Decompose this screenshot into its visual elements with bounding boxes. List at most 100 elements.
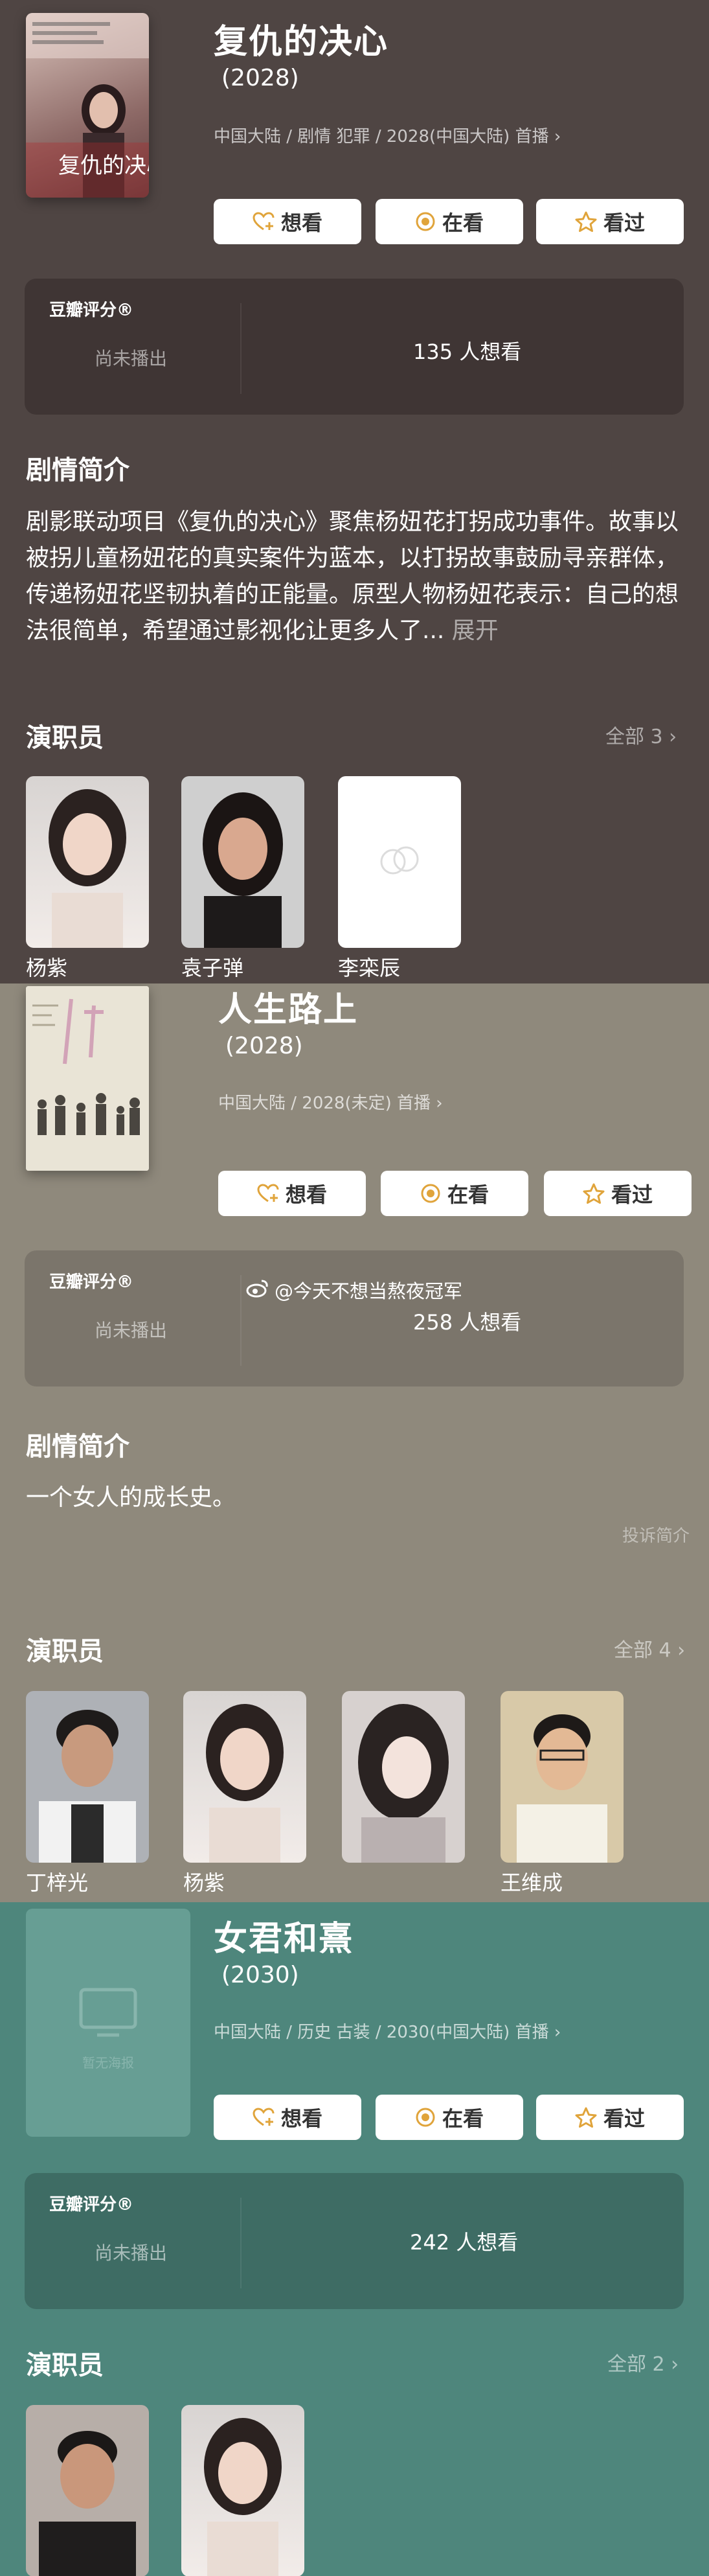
portrait-art: [203, 792, 283, 948]
want-to-watch-button[interactable]: 想看: [218, 1171, 366, 1216]
rating-status: 尚未播出: [95, 1320, 168, 1341]
show-meta[interactable]: 中国大陆 / 剧情 犯罪 / 2028(中国大陆) 首播 ›: [214, 123, 561, 147]
watermark-text: @今天不想当熬夜冠军: [275, 1280, 463, 1302]
poster-placeholder[interactable]: 暂无海报: [26, 1909, 190, 2137]
show-meta[interactable]: 中国大陆 / 2028(未定) 首播 ›: [218, 1090, 443, 1114]
weibo-icon: [246, 1278, 269, 1302]
rating-status: 尚未播出: [95, 348, 168, 369]
rating-panel[interactable]: 豆瓣评分® 尚未播出 242 人想看: [25, 2173, 684, 2309]
portrait-art: [206, 1704, 284, 1863]
show-card-1: 复仇的决心 复仇的决心 (2028) 中国大陆 / 剧情 犯罪 / 2028(中…: [0, 0, 709, 983]
synopsis-heading: 剧情简介: [26, 1432, 129, 1462]
chevron-right-icon: ›: [554, 2023, 561, 2042]
portrait-art: [517, 1714, 607, 1863]
show-year: (2028): [221, 65, 299, 91]
cast-photo: [181, 2405, 304, 2576]
cast-member[interactable]: [342, 1691, 465, 1867]
heart-plus-icon: [253, 2108, 275, 2127]
synopsis-heading: 剧情简介: [26, 455, 129, 485]
want-label: 想看: [280, 2106, 322, 2131]
watched-button[interactable]: 看过: [544, 1171, 692, 1216]
cast-name: 丁梓光: [26, 1870, 89, 1895]
all-cast-link[interactable]: 全部 4 ›: [614, 1634, 685, 1662]
star-icon: [575, 211, 597, 232]
show-year: (2028): [225, 1033, 303, 1059]
watched-label: 看过: [603, 2106, 645, 2131]
weibo-watermark: @今天不想当熬夜冠军: [246, 1276, 462, 1304]
meta-text: 中国大陆 / 历史 古装 / 2030(中国大陆) 首播: [214, 2023, 549, 2042]
all-cast-link[interactable]: 全部 3 ›: [605, 720, 677, 749]
portrait-art: [39, 2431, 136, 2576]
want-to-watch-button[interactable]: 想看: [214, 2095, 361, 2140]
watching-icon: [415, 211, 436, 232]
divider: [240, 2198, 242, 2288]
watching-button[interactable]: 在看: [376, 199, 523, 244]
theater-masks-icon: [380, 846, 419, 875]
cast-member[interactable]: 李栾辰: [338, 776, 461, 982]
portrait-art: [358, 1704, 449, 1863]
divider: [240, 1275, 242, 1366]
poster-title: 复仇的决心: [58, 153, 149, 179]
cast-heading: 演职员: [26, 1637, 104, 1666]
star-icon: [583, 1183, 605, 1204]
cast-member[interactable]: 杨紫: [26, 776, 149, 982]
watching-button[interactable]: 在看: [381, 1171, 528, 1216]
synopsis-text: 剧影联动项目《复仇的决心》聚焦杨妞花打拐成功事件。故事以被拐儿童杨妞花的真实案件…: [26, 509, 679, 644]
cast-name: 王维成: [501, 1870, 563, 1895]
rating-panel[interactable]: 豆瓣评分® 尚未播出 258 人想看: [25, 1250, 684, 1386]
tv-icon: [79, 1988, 137, 2037]
all-cast-link[interactable]: 全部 2 ›: [607, 2348, 679, 2376]
cast-member[interactable]: [26, 2405, 149, 2576]
cast-photo: [26, 2405, 149, 2576]
portrait-art: [39, 1710, 136, 1863]
no-poster-label: 暂无海报: [82, 2055, 134, 2071]
cast-photo: [183, 1691, 306, 1863]
all-cast-label: 全部 2: [607, 2353, 665, 2376]
chevron-right-icon: ›: [669, 726, 677, 748]
heart-plus-icon: [253, 212, 275, 231]
cast-photo: [342, 1691, 465, 1863]
watched-button[interactable]: 看过: [536, 2095, 684, 2140]
cast-name: 杨紫: [26, 956, 68, 980]
cast-photo: [26, 776, 149, 948]
report-synopsis-link[interactable]: 投诉简介: [622, 1523, 690, 1547]
cast-heading: 演职员: [26, 2351, 104, 2380]
cast-member[interactable]: 袁子弹: [181, 776, 304, 982]
cast-member[interactable]: 王维成: [501, 1691, 624, 1896]
want-label: 想看: [285, 1182, 327, 1207]
show-title: 女君和熹: [214, 1920, 354, 1959]
cast-heading: 演职员: [26, 723, 104, 753]
watching-icon: [415, 2107, 436, 2128]
chevron-right-icon: ›: [677, 1639, 686, 1662]
watching-label: 在看: [442, 211, 484, 235]
chevron-right-icon: ›: [554, 127, 561, 146]
rating-status: 尚未播出: [95, 2242, 168, 2264]
cast-member[interactable]: [181, 2405, 304, 2576]
want-count: 242 人想看: [410, 2230, 519, 2255]
want-count: 135 人想看: [413, 339, 522, 364]
watching-label: 在看: [447, 1182, 489, 1207]
rating-panel[interactable]: 豆瓣评分® 尚未播出 135 人想看: [25, 279, 684, 415]
show-meta[interactable]: 中国大陆 / 历史 古装 / 2030(中国大陆) 首播 ›: [214, 2019, 561, 2043]
expand-link[interactable]: 展开: [452, 617, 499, 644]
chevron-right-icon: ›: [671, 2353, 679, 2376]
cast-name: 杨紫: [183, 1870, 225, 1895]
cast-name: 袁子弹: [181, 956, 244, 980]
want-to-watch-button[interactable]: 想看: [214, 199, 361, 244]
poster[interactable]: 复仇的决心: [26, 13, 149, 198]
meta-text: 中国大陆 / 剧情 犯罪 / 2028(中国大陆) 首播: [214, 127, 549, 146]
cast-member[interactable]: 杨紫: [183, 1691, 306, 1896]
cast-photo: [181, 776, 304, 948]
all-cast-label: 全部 3: [605, 726, 663, 748]
douban-rating-label: 豆瓣评分®: [49, 1272, 134, 1292]
watching-button[interactable]: 在看: [376, 2095, 523, 2140]
watched-label: 看过: [603, 211, 645, 235]
synopsis-text: 一个女人的成长史。: [26, 1484, 236, 1511]
douban-rating-label: 豆瓣评分®: [49, 301, 134, 320]
cast-member[interactable]: 丁梓光: [26, 1691, 149, 1896]
poster[interactable]: [26, 986, 149, 1171]
chevron-right-icon: ›: [436, 1094, 443, 1113]
cast-photo: [26, 1691, 149, 1863]
synopsis: 剧影联动项目《复仇的决心》聚焦杨妞花打拐成功事件。故事以被拐儿童杨妞花的真实案件…: [26, 504, 686, 649]
watched-button[interactable]: 看过: [536, 199, 684, 244]
